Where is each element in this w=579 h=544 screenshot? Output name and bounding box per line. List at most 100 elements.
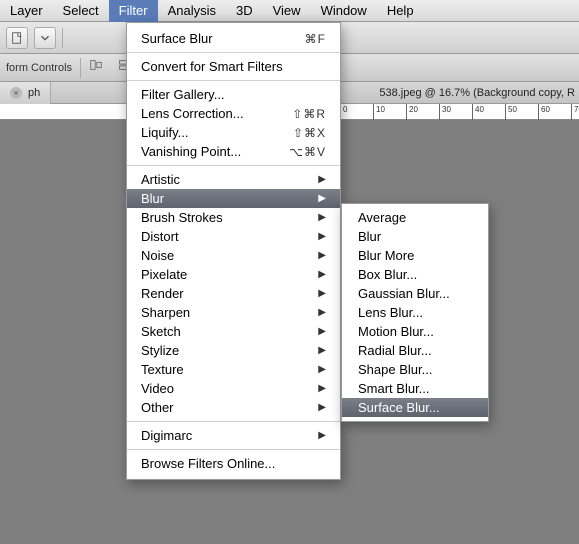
menu-item-label: Brush Strokes [141,210,223,225]
submenu-item-box-blur[interactable]: Box Blur... [342,265,488,284]
menu-item-browse-online[interactable]: Browse Filters Online... [127,454,340,473]
menu-group-noise[interactable]: Noise ▶ [127,246,340,265]
submenu-arrow-icon: ▶ [318,345,326,356]
menu-item-label: Noise [141,248,174,263]
menu-separator [127,52,340,53]
submenu-item-gaussian-blur[interactable]: Gaussian Blur... [342,284,488,303]
submenu-arrow-icon: ▶ [318,288,326,299]
document-tab[interactable]: × ph [0,82,51,104]
align-icon [89,58,103,72]
menu-group-blur[interactable]: Blur ▶ [127,189,340,208]
menu-group-video[interactable]: Video ▶ [127,379,340,398]
menu-filter[interactable]: Filter [109,0,158,22]
ruler-tick: 10 [376,105,385,114]
menu-item-label: Blur [141,191,164,206]
submenu-item-blur[interactable]: Blur [342,227,488,246]
menu-select[interactable]: Select [53,0,109,22]
submenu-arrow-icon: ▶ [318,383,326,394]
align-button-1[interactable] [89,58,109,78]
separator [80,58,81,78]
menu-item-label: Convert for Smart Filters [141,59,283,74]
menu-item-label: Surface Blur [141,31,213,46]
menu-group-texture[interactable]: Texture ▶ [127,360,340,379]
submenu-arrow-icon: ▶ [318,250,326,261]
submenu-arrow-icon: ▶ [318,307,326,318]
filter-menu: Surface Blur ⌘F Convert for Smart Filter… [126,22,341,480]
menu-item-label: Filter Gallery... [141,87,225,102]
close-icon[interactable]: × [10,87,22,99]
menu-group-sketch[interactable]: Sketch ▶ [127,322,340,341]
submenu-item-lens-blur[interactable]: Lens Blur... [342,303,488,322]
menu-group-artistic[interactable]: Artistic ▶ [127,170,340,189]
submenu-arrow-icon: ▶ [318,174,326,185]
menu-window[interactable]: Window [311,0,377,22]
submenu-item-shape-blur[interactable]: Shape Blur... [342,360,488,379]
menu-group-render[interactable]: Render▶ [127,284,340,303]
menu-item-label: Texture [141,362,184,377]
menu-item-label: Artistic [141,172,180,187]
submenu-arrow-icon: ▶ [318,430,326,441]
submenu-arrow-icon: ▶ [318,212,326,223]
menu-item-label: Pixelate [141,267,187,282]
ruler-tick: 40 [475,105,484,114]
ruler-tick: 30 [442,105,451,114]
submenu-arrow-icon: ▶ [318,364,326,375]
ruler-tick: 50 [508,105,517,114]
menu-group-sharpen[interactable]: Sharpen▶ [127,303,340,322]
menu-item-label: Liquify... [141,125,188,140]
menu-item-convert-smart[interactable]: Convert for Smart Filters [127,57,340,76]
submenu-arrow-icon: ▶ [318,231,326,242]
menu-shortcut: ⇧⌘X [293,126,326,140]
separator [62,28,63,48]
menu-analysis[interactable]: Analysis [158,0,226,22]
document-icon [10,31,24,45]
menu-item-label: Sketch [141,324,181,339]
menu-item-filter-gallery[interactable]: Filter Gallery... [127,85,340,104]
submenu-arrow-icon: ▶ [318,193,326,204]
ruler-tick: 20 [409,105,418,114]
menu-layer[interactable]: Layer [0,0,53,22]
menu-group-distort[interactable]: Distort ▶ [127,227,340,246]
menu-shortcut: ⌥⌘V [289,145,326,159]
tool-icon-button[interactable] [6,27,28,49]
menu-help[interactable]: Help [377,0,424,22]
menu-item-label: Video [141,381,174,396]
menu-view[interactable]: View [263,0,311,22]
menu-item-label: Browse Filters Online... [141,456,275,471]
menu-shortcut: ⇧⌘R [292,107,326,121]
submenu-item-motion-blur[interactable]: Motion Blur... [342,322,488,341]
menu-shortcut: ⌘F [305,32,326,46]
dropdown-toggle[interactable] [34,27,56,49]
menu-separator [127,165,340,166]
blur-submenu: Average Blur Blur More Box Blur... Gauss… [341,203,489,422]
ruler-tick: 0 [343,105,347,114]
menu-item-lens-correction[interactable]: Lens Correction... ⇧⌘R [127,104,340,123]
submenu-item-radial-blur[interactable]: Radial Blur... [342,341,488,360]
submenu-item-blur-more[interactable]: Blur More [342,246,488,265]
menu-group-pixelate[interactable]: Pixelate ▶ [127,265,340,284]
menu-item-recent-filter[interactable]: Surface Blur ⌘F [127,29,340,48]
submenu-arrow-icon: ▶ [318,269,326,280]
menu-item-label: Digimarc [141,428,192,443]
menu-item-label: Lens Correction... [141,106,244,121]
menu-group-stylize[interactable]: Stylize▶ [127,341,340,360]
menu-item-label: Distort [141,229,179,244]
document-title-prefix: ph [28,87,40,99]
menu-item-vanishing-point[interactable]: Vanishing Point... ⌥⌘V [127,142,340,161]
menu-item-label: Vanishing Point... [141,144,241,159]
menu-group-digimarc[interactable]: Digimarc ▶ [127,426,340,445]
submenu-item-smart-blur[interactable]: Smart Blur... [342,379,488,398]
menu-item-liquify[interactable]: Liquify... ⇧⌘X [127,123,340,142]
submenu-item-surface-blur[interactable]: Surface Blur... [342,398,488,417]
chevron-down-icon [38,31,52,45]
menu-separator [127,80,340,81]
document-title-suffix: 538.jpeg @ 16.7% (Background copy, R [379,87,579,99]
submenu-item-average[interactable]: Average [342,208,488,227]
ruler-tick: 70 [574,105,579,114]
menu-group-brush-strokes[interactable]: Brush Strokes ▶ [127,208,340,227]
menu-3d[interactable]: 3D [226,0,263,22]
submenu-arrow-icon: ▶ [318,326,326,337]
ruler-tick: 60 [541,105,550,114]
menu-group-other[interactable]: Other▶ [127,398,340,417]
menu-separator [127,449,340,450]
